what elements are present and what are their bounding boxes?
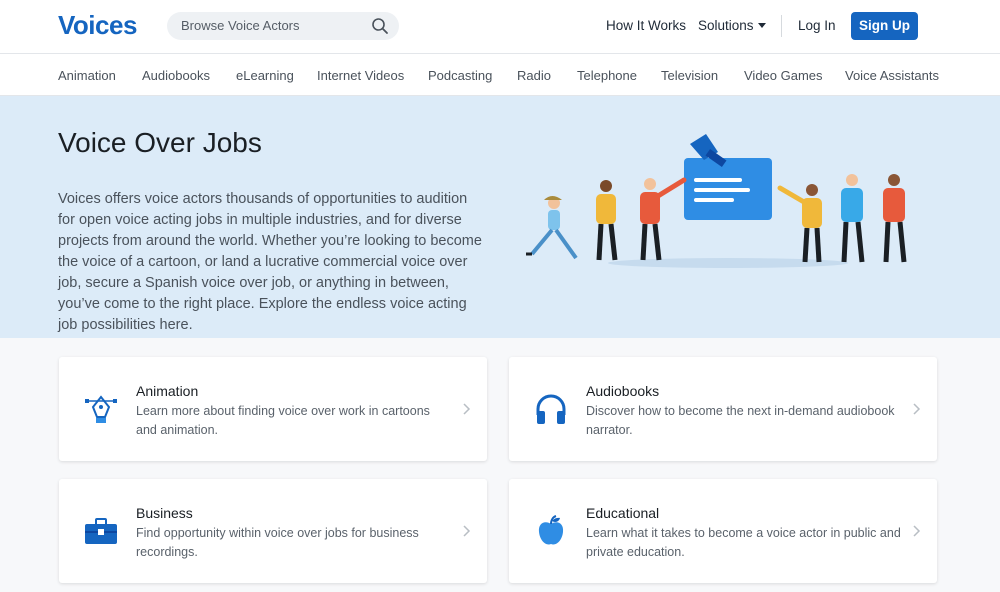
category-video-games[interactable]: Video Games (744, 68, 823, 83)
category-television[interactable]: Television (661, 68, 718, 83)
search-icon[interactable] (371, 17, 389, 35)
card-business[interactable]: Business Find opportunity within voice o… (59, 479, 487, 583)
category-audiobooks[interactable]: Audiobooks (142, 68, 210, 83)
category-elearning[interactable]: eLearning (236, 68, 294, 83)
signup-button[interactable]: Sign Up (851, 12, 918, 40)
chevron-right-icon (463, 403, 471, 415)
headphones-icon (536, 394, 566, 424)
briefcase-icon (85, 518, 117, 544)
card-description: Learn more about finding voice over work… (136, 404, 430, 437)
solutions-label: Solutions (698, 18, 754, 33)
solutions-menu[interactable]: Solutions (698, 18, 766, 33)
search-input[interactable]: Browse Voice Actors (181, 18, 300, 33)
apple-icon (538, 515, 564, 545)
card-description: Find opportunity within voice over jobs … (136, 526, 419, 559)
card-title: Educational (586, 505, 660, 521)
card-description: Discover how to become the next in-deman… (586, 404, 895, 437)
card-title: Audiobooks (586, 383, 660, 399)
site-header: Voices Browse Voice Actors How It Works … (0, 0, 1000, 54)
nav-divider (781, 15, 782, 37)
category-animation[interactable]: Animation (58, 68, 116, 83)
chevron-right-icon (913, 403, 921, 415)
category-podcasting[interactable]: Podcasting (428, 68, 492, 83)
pen-tool-icon (85, 395, 117, 423)
card-description: Learn what it takes to become a voice ac… (586, 526, 901, 559)
category-internet-videos[interactable]: Internet Videos (317, 68, 404, 83)
page-title: Voice Over Jobs (58, 127, 262, 158)
hero-description: Voices offers voice actors thousands of … (58, 191, 482, 333)
hero-banner: Voice Over Jobs Voices offers voice acto… (0, 96, 1000, 338)
card-audiobooks[interactable]: Audiobooks Discover how to become the ne… (509, 357, 937, 461)
chevron-right-icon (463, 525, 471, 537)
card-educational[interactable]: Educational Learn what it takes to becom… (509, 479, 937, 583)
search-box[interactable]: Browse Voice Actors (167, 12, 399, 40)
chevron-right-icon (913, 525, 921, 537)
job-board-illustration (526, 134, 907, 268)
card-title: Animation (136, 383, 199, 399)
voices-logo[interactable]: Voices (58, 10, 137, 41)
category-voice-assistants[interactable]: Voice Assistants (845, 68, 939, 83)
card-animation[interactable]: Animation Learn more about finding voice… (59, 357, 487, 461)
card-title: Business (136, 505, 193, 521)
how-it-works-link[interactable]: How It Works (606, 18, 686, 33)
category-nav: Animation Audiobooks eLearning Internet … (0, 54, 1000, 96)
login-link[interactable]: Log In (798, 18, 836, 33)
category-telephone[interactable]: Telephone (577, 68, 637, 83)
category-radio[interactable]: Radio (517, 68, 551, 83)
caret-down-icon (757, 23, 766, 28)
